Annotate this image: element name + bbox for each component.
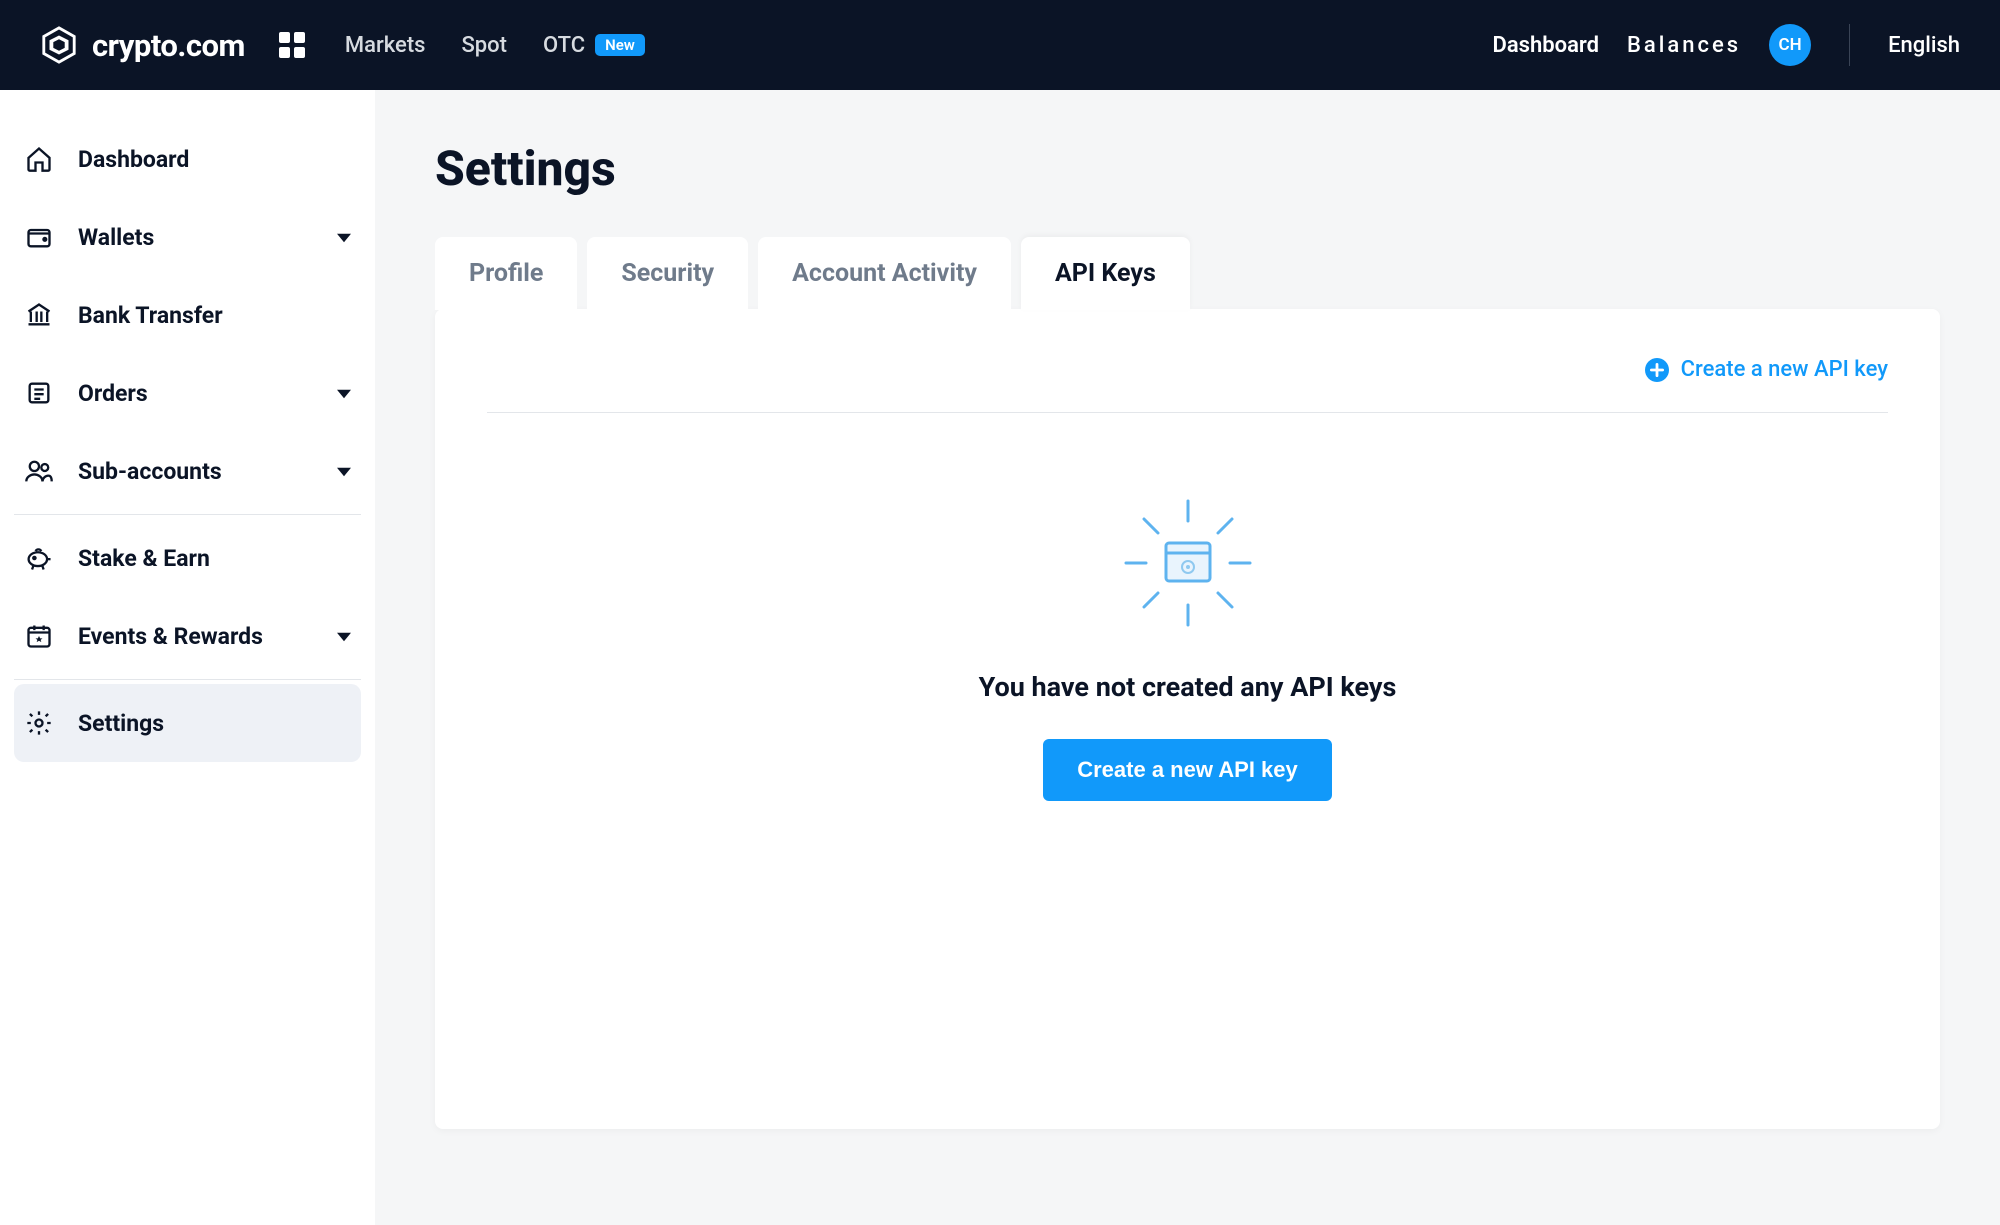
sidebar-item-settings[interactable]: Settings (14, 684, 361, 762)
sidebar-label: Bank Transfer (78, 302, 223, 329)
nav-otc[interactable]: OTC New (543, 33, 645, 58)
tab-security[interactable]: Security (587, 237, 748, 310)
empty-message: You have not created any API keys (979, 671, 1397, 703)
tab-profile[interactable]: Profile (435, 237, 577, 310)
sidebar-item-sub-accounts[interactable]: Sub-accounts (14, 432, 361, 510)
settings-tabs: Profile Security Account Activity API Ke… (435, 237, 1940, 310)
chevron-down-icon (337, 623, 351, 650)
create-api-key-button[interactable]: Create a new API key (1043, 739, 1332, 801)
nav-right: Dashboard Balances CH English (1493, 24, 1960, 66)
sidebar-item-bank-transfer[interactable]: Bank Transfer (14, 276, 361, 354)
tab-api-keys[interactable]: API Keys (1021, 237, 1190, 310)
sidebar: Dashboard Wallets Bank Transfer Orders (0, 90, 375, 1225)
tab-account-activity[interactable]: Account Activity (758, 237, 1011, 310)
page-title: Settings (435, 140, 1940, 197)
sidebar-label: Wallets (78, 224, 154, 251)
brand-name: crypto.com (92, 27, 245, 64)
sidebar-item-wallets[interactable]: Wallets (14, 198, 361, 276)
home-icon (24, 144, 54, 174)
brand-logo[interactable]: crypto.com (40, 26, 245, 64)
nav-otc-label: OTC (543, 33, 585, 58)
orders-icon (24, 378, 54, 408)
new-badge: New (595, 34, 645, 56)
vertical-divider (1849, 24, 1850, 66)
gear-icon (24, 708, 54, 738)
sidebar-label: Orders (78, 380, 148, 407)
language-selector[interactable]: English (1888, 33, 1960, 58)
create-api-key-row: Create a new API key (487, 357, 1888, 413)
apps-grid-icon[interactable] (279, 32, 305, 58)
chevron-down-icon (337, 224, 351, 251)
sidebar-item-orders[interactable]: Orders (14, 354, 361, 432)
sidebar-label: Events & Rewards (78, 623, 263, 650)
sidebar-item-stake-earn[interactable]: Stake & Earn (14, 519, 361, 597)
piggy-bank-icon (24, 543, 54, 573)
chevron-down-icon (337, 380, 351, 407)
plus-circle-icon (1645, 358, 1669, 382)
create-api-key-link[interactable]: Create a new API key (1681, 357, 1888, 382)
calendar-star-icon (24, 621, 54, 651)
sidebar-divider (14, 679, 361, 680)
avatar[interactable]: CH (1769, 24, 1811, 66)
sidebar-divider (14, 514, 361, 515)
nav-left: Markets Spot OTC New (345, 33, 645, 58)
nav-dashboard[interactable]: Dashboard (1493, 33, 1599, 58)
nav-balances[interactable]: Balances (1627, 33, 1741, 58)
crypto-logo-icon (40, 26, 78, 64)
top-header: crypto.com Markets Spot OTC New Dashboar… (0, 0, 2000, 90)
empty-state: You have not created any API keys Create… (487, 493, 1888, 801)
sidebar-label: Sub-accounts (78, 458, 222, 485)
api-key-empty-icon (1118, 493, 1258, 633)
bank-icon (24, 300, 54, 330)
chevron-down-icon (337, 458, 351, 485)
users-icon (24, 456, 54, 486)
main-content: Settings Profile Security Account Activi… (375, 90, 2000, 1225)
nav-spot[interactable]: Spot (461, 33, 507, 58)
sidebar-label: Dashboard (78, 146, 189, 173)
sidebar-label: Stake & Earn (78, 545, 210, 572)
api-keys-panel: Create a new API key (435, 309, 1940, 1129)
wallet-icon (24, 222, 54, 252)
nav-markets[interactable]: Markets (345, 33, 426, 58)
sidebar-label: Settings (78, 710, 164, 737)
sidebar-item-events-rewards[interactable]: Events & Rewards (14, 597, 361, 675)
sidebar-item-dashboard[interactable]: Dashboard (14, 120, 361, 198)
